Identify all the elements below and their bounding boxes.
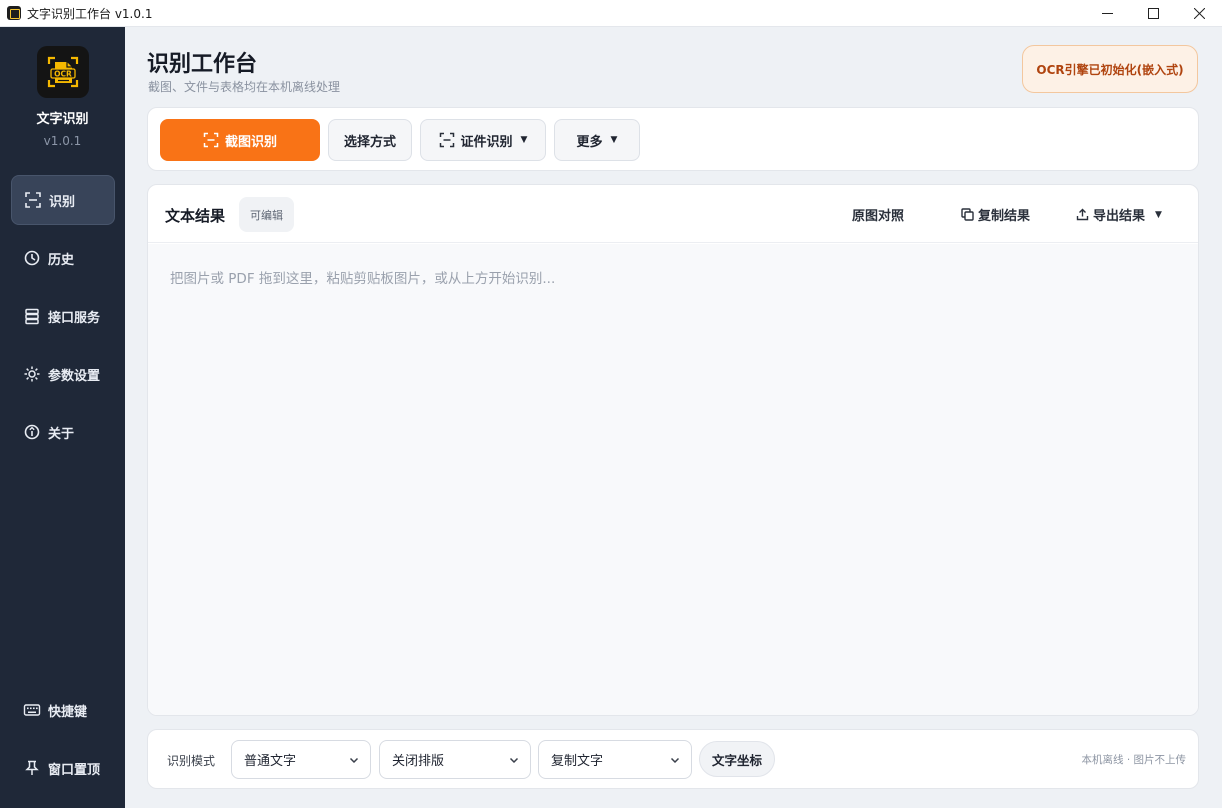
caret-down-icon: ▼	[520, 135, 528, 145]
history-icon	[23, 249, 41, 267]
text-coordinates-button[interactable]: 文字坐标	[699, 741, 775, 777]
chevron-down-icon	[349, 757, 359, 764]
info-icon	[23, 423, 41, 441]
recognition-mode-select[interactable]: 普通文字	[231, 740, 371, 779]
result-placeholder: 把图片或 PDF 拖到这里，粘贴剪贴板图片，或从上方开始识别...	[170, 271, 556, 287]
minimize-icon	[1101, 13, 1113, 14]
sidebar-item-label: 关于	[48, 426, 75, 442]
copy-mode-value: 复制文字	[551, 754, 604, 769]
result-title: 文本结果	[165, 207, 226, 225]
action-toolbar: 截图识别 选择方式 证件识别 ▼ 更多 ▼	[147, 107, 1199, 171]
ocr-logo-icon: OCR	[47, 56, 79, 88]
compare-original-label: 原图对照	[852, 209, 905, 224]
sidebar-item-about[interactable]: 关于	[11, 407, 115, 457]
sidebar-item-settings[interactable]: 参数设置	[11, 349, 115, 399]
sidebar-item-label: 参数设置	[48, 368, 101, 384]
id-card-recognize-button[interactable]: 证件识别 ▼	[420, 119, 546, 161]
screenshot-recognize-button[interactable]: 截图识别	[160, 119, 320, 161]
copy-icon	[961, 208, 974, 221]
maximize-icon	[1147, 8, 1159, 19]
scan-icon	[439, 132, 455, 148]
select-mode-button[interactable]: 选择方式	[328, 119, 412, 161]
layout-value: 关闭排版	[392, 754, 445, 769]
chevron-down-icon	[670, 757, 680, 764]
export-icon	[1076, 208, 1089, 221]
sidebar-item-label: 接口服务	[48, 310, 101, 326]
screenshot-recognize-label: 截图识别	[224, 134, 277, 150]
sidebar-item-pin-window[interactable]: 窗口置顶	[11, 743, 115, 793]
sidebar-item-label: 历史	[48, 252, 75, 268]
id-card-recognize-label: 证件识别	[460, 134, 513, 150]
app-logo: OCR	[37, 46, 89, 98]
sidebar-item-label: 快捷键	[48, 704, 88, 720]
sidebar: OCR 文字识别 v1.0.1 识别 历史 接口服务 参数设置 关于 快捷键 窗…	[0, 27, 125, 808]
close-button[interactable]	[1176, 0, 1222, 27]
result-header: 文本结果 可编辑 原图对照 复制结果 导出结果 ▼	[148, 185, 1198, 243]
title-bar: 文字识别工作台 v1.0.1	[0, 0, 1222, 27]
result-text-area[interactable]: 把图片或 PDF 拖到这里，粘贴剪贴板图片，或从上方开始识别...	[148, 244, 1198, 715]
page-subtitle: 截图、文件与表格均在本机离线处理	[148, 80, 341, 94]
close-icon	[1193, 8, 1205, 19]
compare-original-button[interactable]: 原图对照	[852, 205, 904, 224]
sidebar-item-shortcuts[interactable]: 快捷键	[11, 685, 115, 735]
select-mode-label: 选择方式	[343, 134, 396, 150]
keyboard-icon	[23, 701, 41, 719]
copy-mode-select[interactable]: 复制文字	[538, 740, 692, 779]
logo-text: OCR	[54, 70, 72, 79]
export-result-button[interactable]: 导出结果 ▼	[1076, 205, 1162, 224]
sidebar-item-recognize[interactable]: 识别	[11, 175, 115, 225]
editable-chip: 可编辑	[239, 197, 294, 232]
minimize-button[interactable]	[1084, 0, 1130, 27]
scan-icon	[24, 191, 42, 209]
sidebar-item-history[interactable]: 历史	[11, 233, 115, 283]
server-icon	[23, 307, 41, 325]
pin-icon	[23, 759, 41, 777]
mode-label: 识别模式	[167, 754, 216, 768]
caret-down-icon: ▼	[610, 135, 618, 145]
sidebar-item-label: 识别	[49, 194, 76, 210]
window-title: 文字识别工作台 v1.0.1	[27, 6, 153, 21]
engine-status-badge: OCR引擎已初始化(嵌入式)	[1022, 45, 1198, 93]
window-controls	[1084, 0, 1222, 27]
caret-down-icon: ▼	[1155, 209, 1162, 220]
layout-select[interactable]: 关闭排版	[379, 740, 531, 779]
more-button[interactable]: 更多 ▼	[554, 119, 640, 161]
sidebar-item-api[interactable]: 接口服务	[11, 291, 115, 341]
scan-icon	[203, 132, 219, 148]
offline-note: 本机离线 · 图片不上传	[1081, 754, 1186, 766]
copy-result-button[interactable]: 复制结果	[961, 205, 1030, 224]
copy-result-label: 复制结果	[978, 209, 1031, 224]
sidebar-item-label: 窗口置顶	[48, 762, 101, 778]
maximize-button[interactable]	[1130, 0, 1176, 27]
page-title: 识别工作台	[147, 52, 258, 77]
more-label: 更多	[576, 134, 603, 150]
app-icon	[7, 6, 21, 20]
options-bar: 识别模式 普通文字 关闭排版 复制文字 文字坐标 本机离线 · 图片不上传	[147, 729, 1199, 789]
app-name: 文字识别	[36, 112, 89, 127]
result-panel: 文本结果 可编辑 原图对照 复制结果 导出结果 ▼ 把图片或 PDF 拖到这里，…	[147, 184, 1199, 716]
gear-icon	[23, 365, 41, 383]
recognition-mode-value: 普通文字	[244, 754, 297, 769]
app-version: v1.0.1	[43, 134, 82, 148]
export-result-label: 导出结果	[1093, 209, 1146, 224]
chevron-down-icon	[509, 757, 519, 764]
